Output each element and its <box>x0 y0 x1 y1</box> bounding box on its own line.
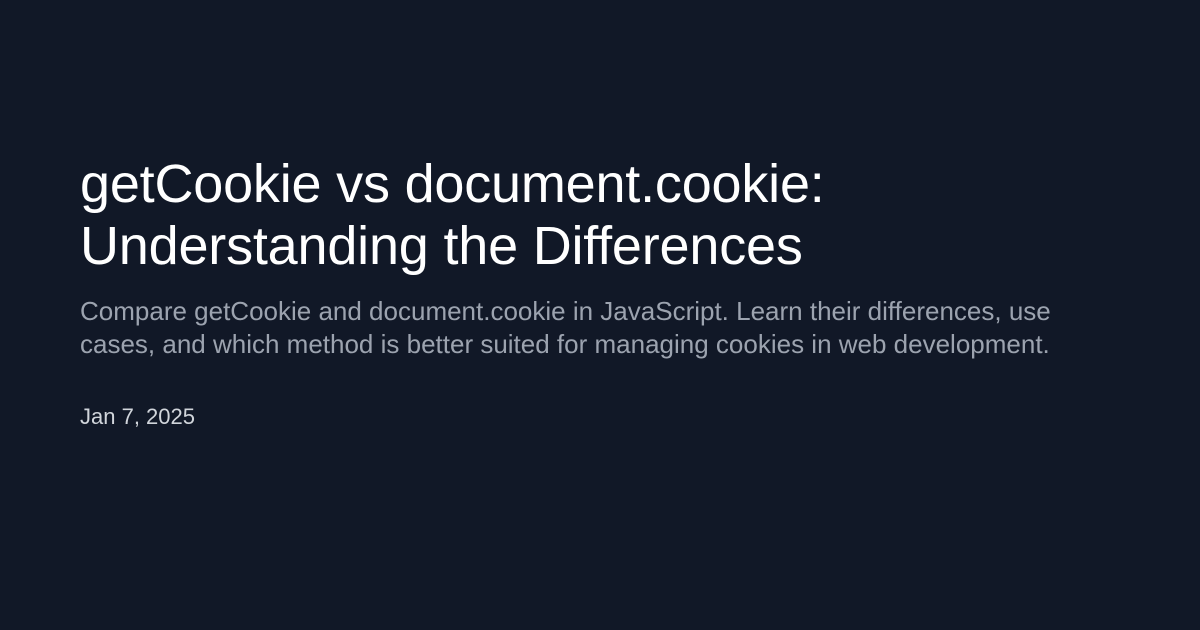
article-description: Compare getCookie and document.cookie in… <box>80 296 1051 359</box>
article-title: getCookie vs document.cookie: Understand… <box>80 154 825 277</box>
article-preview-card: getCookie vs document.cookie: Understand… <box>0 0 1200 630</box>
article-header: getCookie vs document.cookie: Understand… <box>80 153 1120 431</box>
publication-date: Jan 7, 2025 <box>80 404 195 430</box>
